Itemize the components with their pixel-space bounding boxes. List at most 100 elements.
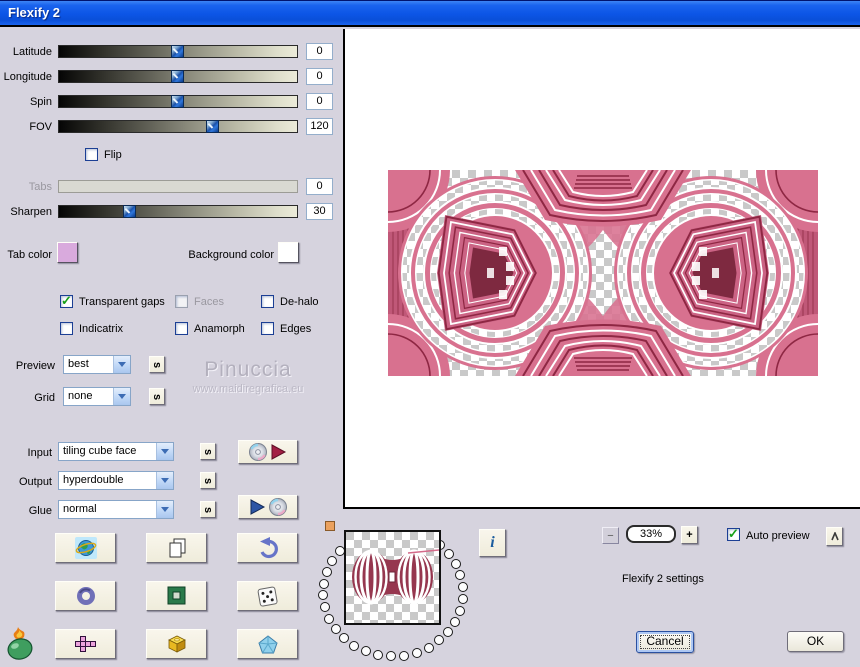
- load-settings-button[interactable]: [55, 533, 116, 563]
- chevron-down-icon[interactable]: [113, 388, 130, 405]
- memory-dot[interactable]: [423, 642, 434, 653]
- memory-dot[interactable]: [327, 555, 338, 566]
- preview-combo[interactable]: best: [63, 355, 131, 374]
- chevron-down-icon[interactable]: [113, 356, 130, 373]
- flaming-pear-icon: [7, 627, 33, 660]
- memory-dot[interactable]: [339, 633, 349, 644]
- zoom-out-button[interactable]: −: [602, 527, 619, 544]
- grid-combo[interactable]: none: [63, 387, 131, 406]
- flip-checkbox[interactable]: [85, 148, 98, 161]
- frame-shape-button[interactable]: [146, 581, 207, 611]
- thumbnail-image: [346, 532, 440, 623]
- sharpen-slider[interactable]: [58, 205, 298, 218]
- memory-dot[interactable]: [443, 548, 454, 559]
- load-image-button[interactable]: [238, 440, 298, 464]
- grid-save-button[interactable]: s: [149, 388, 165, 405]
- slider-thumb[interactable]: [123, 205, 137, 218]
- memory-dot-marker[interactable]: [325, 521, 335, 531]
- latitude-slider[interactable]: [58, 45, 298, 58]
- chevron-down-icon[interactable]: [156, 501, 173, 518]
- transparent-gaps-checkbox[interactable]: [60, 293, 73, 309]
- input-combo[interactable]: tiling cube face: [58, 442, 174, 461]
- memory-dot[interactable]: [324, 613, 335, 624]
- yellow-brick-icon: [167, 635, 186, 653]
- glue-combo-value: normal: [63, 503, 97, 515]
- brick-shape-button[interactable]: [146, 629, 207, 659]
- undo-button[interactable]: [237, 533, 298, 563]
- memory-dot[interactable]: [450, 616, 461, 627]
- longitude-slider[interactable]: [58, 70, 298, 83]
- memory-dot[interactable]: [321, 566, 332, 577]
- undo-arrow-icon: [259, 537, 278, 559]
- memory-dot[interactable]: [443, 626, 454, 637]
- input-save-button[interactable]: s: [200, 443, 216, 460]
- gem-shape-button[interactable]: [237, 629, 298, 659]
- tabs-slider: [58, 180, 298, 193]
- latitude-value-field[interactable]: 0: [306, 43, 333, 60]
- slider-thumb[interactable]: [171, 95, 184, 108]
- auto-preview-checkbox[interactable]: [727, 526, 740, 542]
- spin-value-field[interactable]: 0: [306, 93, 333, 110]
- ok-button[interactable]: OK: [787, 631, 844, 652]
- memory-dot[interactable]: [360, 646, 371, 657]
- memory-dot[interactable]: [318, 578, 329, 589]
- blue-gem-icon: [257, 634, 278, 653]
- copy-settings-button[interactable]: [146, 533, 207, 563]
- de-halo-checkbox[interactable]: [261, 295, 274, 308]
- de-halo-label: De-halo: [280, 296, 319, 308]
- slider-thumb[interactable]: [171, 70, 184, 83]
- zoom-in-button[interactable]: +: [681, 526, 698, 544]
- edges-checkbox[interactable]: [261, 322, 274, 335]
- settings-status-text: Flexify 2 settings: [622, 573, 704, 585]
- randomize-button[interactable]: [237, 581, 298, 611]
- indicatrix-checkbox[interactable]: [60, 322, 73, 335]
- slider-thumb[interactable]: [205, 120, 219, 133]
- collapse-button[interactable]: [826, 527, 843, 546]
- memory-dot[interactable]: [386, 651, 397, 662]
- spin-slider[interactable]: [58, 95, 298, 108]
- memory-dot[interactable]: [450, 558, 461, 569]
- torus-icon: [76, 587, 95, 605]
- sharpen-value-field[interactable]: 30: [306, 203, 333, 220]
- cd-play-icon: [249, 443, 287, 461]
- titlebar[interactable]: Flexify 2: [0, 0, 860, 27]
- anamorph-checkbox[interactable]: [175, 322, 188, 335]
- glue-save-button[interactable]: s: [200, 501, 216, 518]
- memory-dot[interactable]: [319, 602, 330, 613]
- memory-dot[interactable]: [455, 570, 466, 581]
- memory-dot[interactable]: [457, 581, 468, 592]
- glue-combo[interactable]: normal: [58, 500, 174, 519]
- cancel-button[interactable]: Cancel: [636, 631, 694, 653]
- output-combo[interactable]: hyperdouble: [58, 471, 174, 490]
- fov-value-field[interactable]: 120: [306, 118, 333, 135]
- preview-image[interactable]: [388, 170, 818, 376]
- background-color-swatch[interactable]: [278, 242, 299, 263]
- flaming-pear-logo[interactable]: [5, 626, 37, 662]
- memory-dot[interactable]: [455, 605, 466, 616]
- preview-save-button[interactable]: s: [149, 356, 165, 373]
- memory-dot[interactable]: [399, 650, 410, 661]
- input-combo-label: Input: [27, 447, 52, 459]
- save-image-button[interactable]: [238, 495, 298, 519]
- torus-shape-button[interactable]: [55, 581, 116, 611]
- fov-slider[interactable]: [58, 120, 298, 133]
- unfold-cube-button[interactable]: [55, 629, 116, 659]
- chevron-down-icon[interactable]: [156, 443, 173, 460]
- memory-dot[interactable]: [373, 650, 384, 661]
- output-save-button[interactable]: s: [200, 472, 216, 489]
- chevron-down-icon[interactable]: [156, 472, 173, 489]
- info-button[interactable]: i: [479, 529, 506, 557]
- zoom-percent-display[interactable]: 33%: [626, 525, 676, 543]
- longitude-value-field[interactable]: 0: [306, 68, 333, 85]
- tab-color-swatch[interactable]: [57, 242, 78, 263]
- memory-dot[interactable]: [349, 640, 360, 651]
- memory-dot[interactable]: [318, 590, 329, 601]
- memory-dot[interactable]: [457, 593, 468, 604]
- slider-thumb[interactable]: [171, 45, 184, 58]
- memory-dot[interactable]: [330, 624, 341, 635]
- minus-icon: −: [607, 529, 614, 542]
- memory-dot[interactable]: [411, 647, 422, 658]
- preview-thumbnail[interactable]: [344, 530, 441, 625]
- memory-dot[interactable]: [434, 635, 445, 646]
- preview-combo-label: Preview: [15, 360, 55, 372]
